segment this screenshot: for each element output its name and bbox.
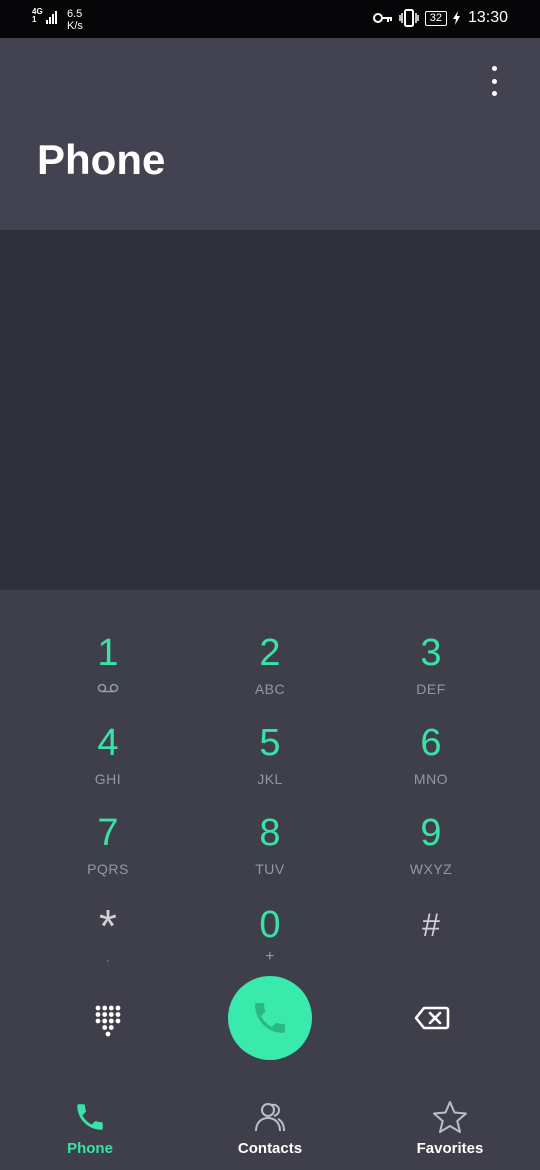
key-digit: * xyxy=(99,900,117,952)
nav-item-contacts[interactable]: Contacts xyxy=(200,1098,340,1162)
key-digit: 6 xyxy=(420,722,442,764)
status-bar: 4G 1 6.5 K/s 32 13:30 xyxy=(0,0,540,38)
key-digit: 4 xyxy=(97,722,119,764)
key-letters: + xyxy=(265,948,275,965)
key-letters: WXYZ xyxy=(409,861,453,877)
contacts-icon xyxy=(200,1098,340,1136)
charging-icon xyxy=(452,11,460,25)
signal-icon xyxy=(46,8,57,24)
battery-indicator: 32 xyxy=(424,10,447,26)
network-speed: 6.5 K/s xyxy=(67,8,83,32)
network-sub-label: 1 xyxy=(32,15,37,24)
key-hash[interactable]: # xyxy=(371,904,491,984)
key-9[interactable]: 9 WXYZ xyxy=(371,812,491,892)
key-digit: 5 xyxy=(259,722,281,764)
key-2[interactable]: 2 ABC xyxy=(210,632,330,712)
key-digit: 3 xyxy=(420,632,442,674)
dialpad-icon[interactable] xyxy=(83,996,133,1046)
key-digit: 0 xyxy=(259,904,281,946)
key-star[interactable]: * , xyxy=(48,900,168,984)
key-5[interactable]: 5 JKL xyxy=(210,722,330,802)
key-digit: 2 xyxy=(259,632,281,674)
key-letters: TUV xyxy=(255,861,285,877)
key-8[interactable]: 8 TUV xyxy=(210,812,330,892)
page-title: Phone xyxy=(37,136,166,183)
key-0[interactable]: 0 + xyxy=(210,904,330,984)
key-letters: PQRS xyxy=(87,861,129,877)
number-display xyxy=(0,230,540,590)
nav-label: Contacts xyxy=(237,1140,303,1157)
key-digit: 8 xyxy=(259,812,281,854)
call-button[interactable] xyxy=(228,976,312,1060)
key-1[interactable]: 1 xyxy=(48,632,168,712)
key-6[interactable]: 6 MNO xyxy=(371,722,491,802)
key-4[interactable]: 4 GHI xyxy=(48,722,168,802)
key-digit: # xyxy=(422,907,440,943)
key-digit: 1 xyxy=(97,632,119,674)
nav-label: Phone xyxy=(67,1140,113,1157)
nav-item-favorites[interactable]: Favorites xyxy=(380,1098,520,1162)
key-7[interactable]: 7 PQRS xyxy=(48,812,168,892)
key-letters: JKL xyxy=(257,771,283,787)
key-letters: ABC xyxy=(254,681,286,697)
vibrate-icon xyxy=(398,9,419,27)
nav-label: Favorites xyxy=(416,1140,484,1157)
voicemail-icon xyxy=(48,680,168,698)
phone-icon xyxy=(20,1098,160,1136)
network-speed-unit: K/s xyxy=(67,20,83,32)
key-3[interactable]: 3 DEF xyxy=(371,632,491,712)
key-letters: , xyxy=(106,953,110,964)
network-speed-value: 6.5 xyxy=(67,8,83,20)
status-bar-left: 4G 1 6.5 K/s xyxy=(32,8,83,33)
clock: 13:30 xyxy=(467,9,508,26)
app-header: Phone xyxy=(0,38,540,230)
backspace-icon[interactable] xyxy=(407,998,457,1038)
key-digit: 9 xyxy=(420,812,442,854)
status-bar-right: 32 13:30 xyxy=(372,9,508,27)
dialpad: 1 2 ABC 3 DEF 4 GHI 5 JKL 6 MNO 7 PQRS 8… xyxy=(0,590,540,1086)
star-icon xyxy=(380,1098,520,1136)
bottom-nav: Phone Contacts Favorites xyxy=(0,1086,540,1170)
key-letters: MNO xyxy=(413,771,449,787)
key-letters: DEF xyxy=(416,681,446,697)
nav-item-phone[interactable]: Phone xyxy=(20,1098,160,1162)
key-digit: 7 xyxy=(97,812,119,854)
network-type: 4G 1 xyxy=(32,8,44,24)
key-icon xyxy=(372,13,392,23)
key-letters: GHI xyxy=(94,771,122,787)
more-vertical-icon[interactable] xyxy=(484,66,504,96)
phone-icon xyxy=(255,1003,285,1033)
